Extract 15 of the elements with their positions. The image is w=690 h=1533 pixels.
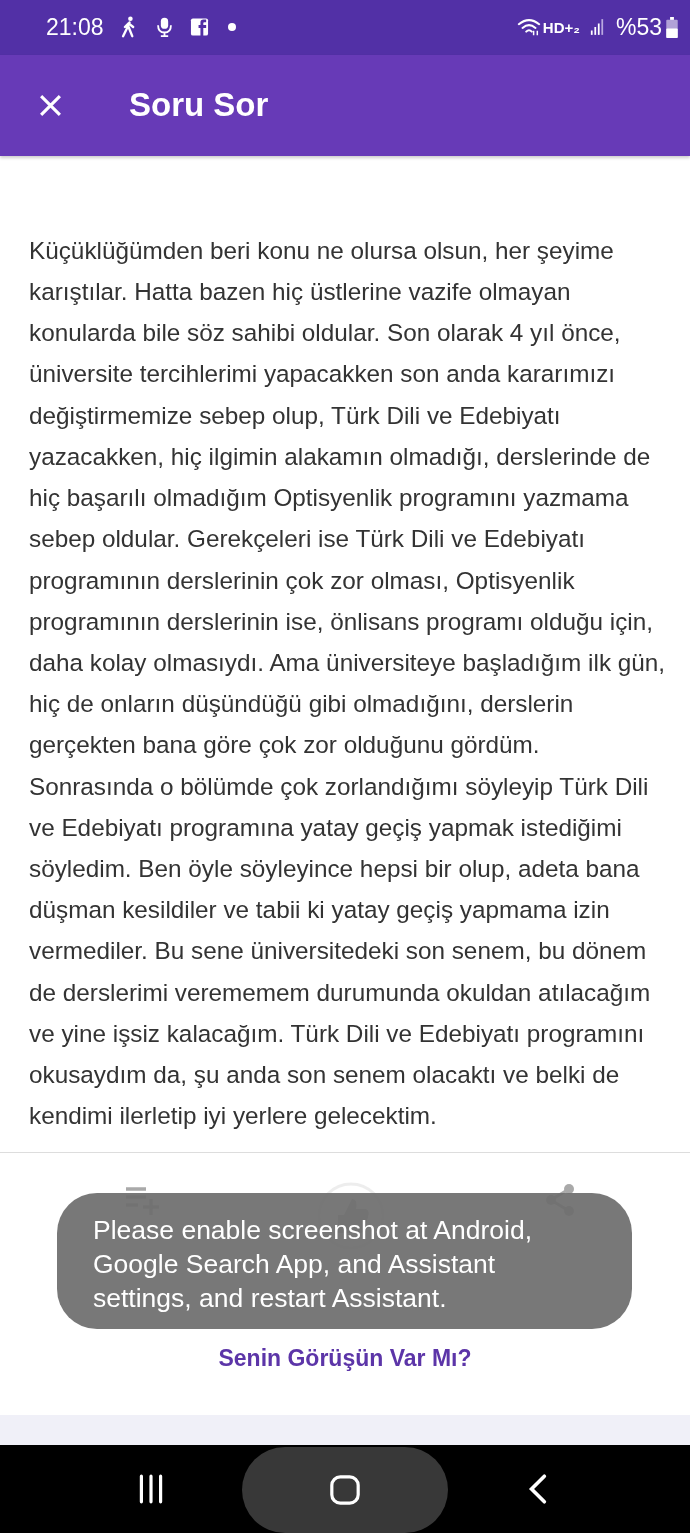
- wifi-icon: [516, 17, 541, 38]
- home-icon[interactable]: [329, 1474, 361, 1506]
- microphone-icon: [154, 16, 174, 39]
- close-icon[interactable]: [38, 92, 63, 118]
- battery-percent: %53: [615, 13, 662, 41]
- notification-dot-icon: [226, 22, 237, 33]
- question-text: Küçüklüğümden beri konu ne olursa olsun, her şeyime karıştılar. Hatta bazen hiç üstlerine vazife olmayan konularda bile söz sahibi oldular. Son olarak 4 yıl önce, üniversite tercihlerimi yapacakken son anda kararımızı değiştirmemize sebep olup, Türk Dili ve Edebiyatı yazacakken, hiç ilgimin alakamın olmadığı, derslerinde de hiç başarılı olmadığım Optisyenlik programını yazmama sebep oldular. Gerekçeleri ise Türk Dili ve Edebiyatı programının derslerinin çok zor olması, Optisyenlik programının derslerinin ise, önlisans programı olduğu için, daha kolay olmasıydı. Ama üniversiteye başladığım ilk gün, hiç de onların düşündüğü gibi olmadığını, derslerin gerçekten bana göre çok zor olduğunu gördüm. Sonrasında o bölümde çok zorlandığımı söyleyip Türk Dili ve Edebiyatı programına yatay geçiş yapmak istediğimi söyledim. Ben öyle söyleyince hepsi bir olup, adeta bana düşman kesildiler ve tabii ki yatay geçiş yapmama izin vermediler. Bu sene üniversitedeki son senem, bu dönem de derslerimi verememem durumunda okuldan atılacağım ve yine işsiz kalacağım. Türk Dili ve Edebiyatı programını okusaydım da, şu anda son senem olacaktı ve belki de kendimi ilerletip iyi yerlere gelecektim.: [29, 235, 667, 1132]
- facebook-icon: [189, 16, 209, 39]
- answer-link[interactable]: Senin Görüşün Var Mı?: [0, 1345, 690, 1373]
- battery-icon: [666, 16, 678, 38]
- clock: 21:08: [46, 13, 104, 41]
- screen-title: Soru Sor: [129, 86, 269, 125]
- screenshot-toast: Please enable screenshot at Android, Google Search App, and Assistant settings, and restart Assistant.: [57, 1193, 632, 1330]
- network-type: HD+₂: [542, 18, 580, 36]
- signal-icon: [589, 17, 604, 38]
